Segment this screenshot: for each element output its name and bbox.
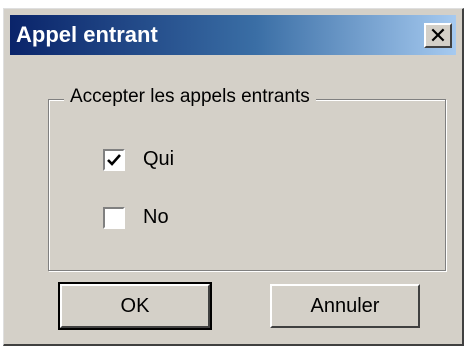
dialog-window: Appel entrant ✕ Accepter les appels entr… [3,8,464,346]
option-no[interactable]: No [102,205,169,230]
checkmark-icon [107,153,121,166]
cancel-button[interactable]: Annuler [270,284,420,328]
window-title: Appel entrant [16,22,158,47]
close-button[interactable]: ✕ [424,23,452,48]
checkbox-label-qui[interactable]: Qui [143,148,174,171]
checkbox-qui[interactable] [102,147,126,172]
accept-calls-group: Accepter les appels entrants Qui No [48,86,446,271]
group-legend: Accepter les appels entrants [64,86,316,108]
option-qui[interactable]: Qui [102,147,174,172]
checkbox-no[interactable] [102,205,126,230]
title-bar[interactable]: Appel entrant ✕ [10,15,456,55]
ok-button[interactable]: OK [58,282,212,330]
checkbox-label-no[interactable]: No [143,206,169,229]
close-icon: ✕ [428,22,448,48]
